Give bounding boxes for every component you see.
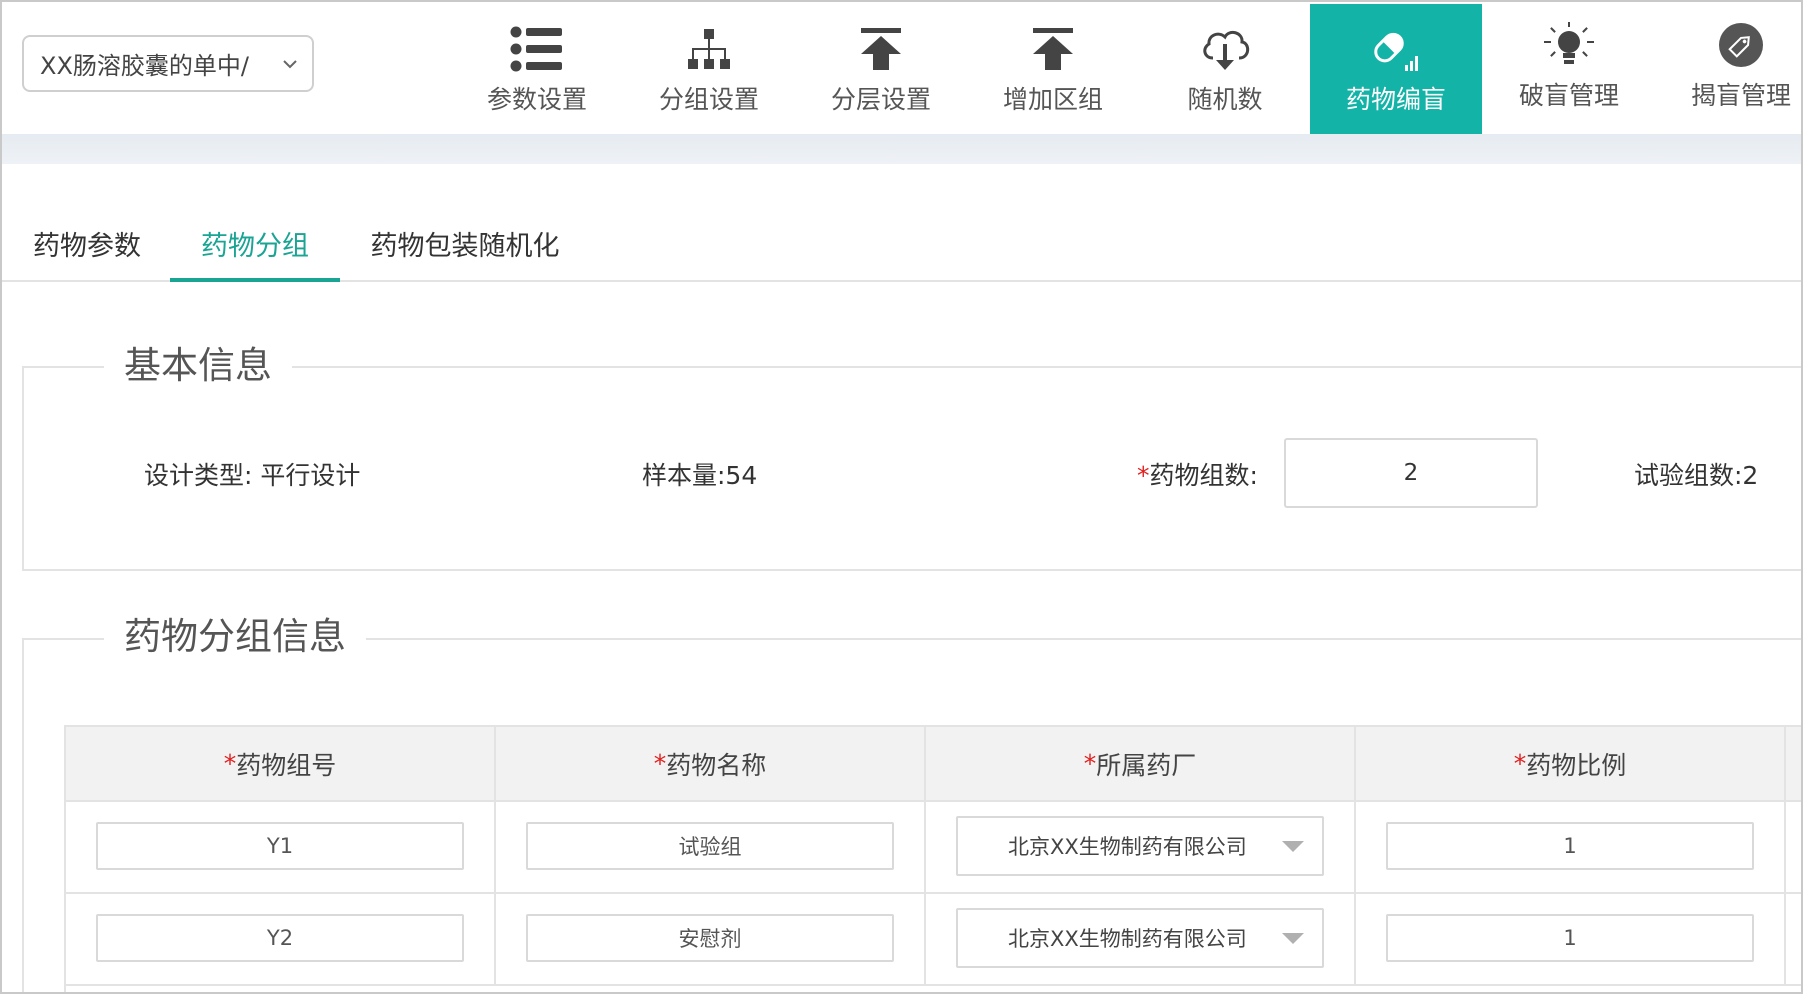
project-select-value: XX肠溶胶囊的单中/	[40, 52, 249, 80]
caret-down-icon	[1282, 841, 1304, 852]
factory-select[interactable]: 北京XX生物制药有限公司	[956, 908, 1324, 968]
tab-drug-params[interactable]: 药物参数	[22, 207, 152, 280]
nav-unblind-emergency-label: 破盲管理	[1518, 81, 1619, 110]
cell-factory: 北京XX生物制药有限公司	[926, 802, 1356, 892]
column-header-drug-name: * 药物名称	[496, 727, 926, 800]
chevron-down-icon	[283, 59, 297, 68]
nav-group-settings-label: 分组设置	[658, 85, 759, 114]
table-row: Y1 试验组 北京XX生物制药有限公司 1	[66, 802, 1801, 894]
drug-group-count-label-text: 药物组数:	[1149, 461, 1258, 490]
sample-size-text: 样本量:54	[642, 461, 758, 490]
app-frame: XX肠溶胶囊的单中/ 参数设置 分组设置 分层设置 增加区组 随机数 药物编盲 …	[0, 0, 1803, 994]
drug-group-info-legend: 药物分组信息	[104, 612, 366, 662]
cell-drug-name: 试验组	[496, 802, 926, 892]
required-mark: *	[1137, 461, 1150, 490]
nav-param-settings-label: 参数设置	[486, 85, 587, 114]
tab-drug-params-label: 药物参数	[33, 231, 141, 262]
required-mark: *	[1513, 749, 1527, 778]
nav-stratify-settings[interactable]: 分层设置	[796, 4, 966, 134]
required-mark: *	[653, 749, 667, 778]
cell-factory: 北京XX生物制药有限公司	[926, 894, 1356, 984]
lightbulb-icon	[1544, 22, 1594, 64]
group-no-input[interactable]: Y2	[96, 914, 464, 962]
sub-header-bar	[2, 134, 1801, 164]
column-header-ratio-text: 药物比例	[1526, 750, 1627, 780]
top-nav-bar: XX肠溶胶囊的单中/ 参数设置 分组设置 分层设置 增加区组 随机数 药物编盲 …	[2, 2, 1801, 134]
tag-icon	[1719, 23, 1763, 67]
caret-down-icon	[1282, 933, 1304, 944]
nav-param-settings[interactable]: 参数设置	[452, 4, 622, 134]
tab-drug-package-randomization[interactable]: 药物包装随机化	[360, 207, 570, 280]
nav-add-block-label: 增加区组	[1002, 85, 1103, 114]
cell-drug-name: 安慰剂	[496, 894, 926, 984]
required-mark: *	[223, 749, 237, 778]
required-mark: *	[1083, 749, 1097, 778]
nav-random-number-label: 随机数	[1187, 85, 1263, 114]
nav-add-block[interactable]: 增加区组	[968, 4, 1138, 134]
cell-group-no: Y1	[66, 802, 496, 892]
cell-ratio: 1	[1356, 802, 1786, 892]
upload-arrow-icon	[861, 28, 901, 70]
drug-group-table: * 药物组号 * 药物名称 * 所属药厂 * 药物比例 Y1 试验组 北京XX生物制药有…	[64, 725, 1801, 992]
drug-group-count-label: *药物组数:	[1137, 456, 1258, 492]
cloud-download-icon	[1203, 30, 1250, 70]
nav-stratify-settings-label: 分层设置	[830, 85, 931, 114]
nav-drug-blinding[interactable]: 药物编盲	[1310, 4, 1482, 134]
tab-drug-grouping-label: 药物分组	[201, 231, 309, 262]
nav-unblind-management[interactable]: 揭盲管理	[1656, 4, 1801, 134]
pill-icon	[1374, 32, 1418, 71]
column-header-group-no: * 药物组号	[66, 727, 496, 800]
ratio-input[interactable]: 1	[1386, 822, 1754, 870]
nav-random-number[interactable]: 随机数	[1140, 4, 1310, 134]
project-select[interactable]: XX肠溶胶囊的单中/	[22, 35, 314, 92]
basic-info-legend: 基本信息	[104, 341, 292, 391]
nav-group-settings[interactable]: 分组设置	[624, 4, 794, 134]
tab-drug-package-randomization-label: 药物包装随机化	[370, 231, 560, 262]
hierarchy-icon	[688, 29, 730, 69]
nav-unblind-emergency[interactable]: 破盲管理	[1484, 4, 1654, 134]
factory-select[interactable]: 北京XX生物制药有限公司	[956, 816, 1324, 876]
group-no-input[interactable]: Y1	[96, 822, 464, 870]
cell-group-no: Y2	[66, 894, 496, 984]
column-header-ratio: * 药物比例	[1356, 727, 1786, 800]
ratio-input[interactable]: 1	[1386, 914, 1754, 962]
factory-select-value: 北京XX生物制药有限公司	[1008, 835, 1247, 859]
column-header-factory: * 所属药厂	[926, 727, 1356, 800]
table-header: * 药物组号 * 药物名称 * 所属药厂 * 药物比例	[66, 725, 1801, 802]
column-header-group-no-text: 药物组号	[236, 750, 337, 780]
nav-drug-blinding-label: 药物编盲	[1345, 85, 1446, 114]
drug-group-count-input[interactable]: 2	[1284, 438, 1538, 508]
tab-bar: 药物参数 药物分组 药物包装随机化	[2, 207, 1801, 282]
trial-group-count-text: 试验组数:2	[1634, 461, 1759, 490]
column-header-factory-text: 所属药厂	[1096, 750, 1197, 780]
nav-unblind-management-label: 揭盲管理	[1690, 81, 1791, 110]
column-header-drug-name-text: 药物名称	[666, 750, 767, 780]
factory-select-value: 北京XX生物制药有限公司	[1008, 927, 1247, 951]
design-type-text: 设计类型: 平行设计	[144, 461, 361, 490]
drug-name-input[interactable]: 安慰剂	[526, 914, 894, 962]
drug-name-input[interactable]: 试验组	[526, 822, 894, 870]
tab-drug-grouping[interactable]: 药物分组	[170, 207, 340, 282]
list-icon	[510, 26, 562, 72]
table-row: Y2 安慰剂 北京XX生物制药有限公司 1	[66, 894, 1801, 986]
cell-ratio: 1	[1356, 894, 1786, 984]
upload-arrow-icon	[1033, 28, 1073, 70]
